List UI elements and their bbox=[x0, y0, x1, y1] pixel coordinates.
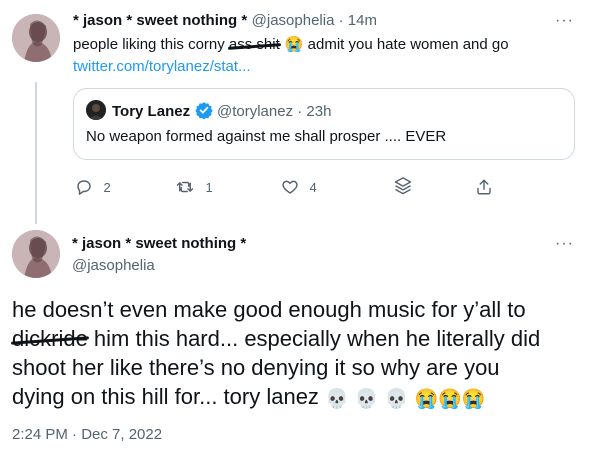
skull-emoji-icon: 💀 bbox=[354, 389, 379, 410]
retweet-icon bbox=[176, 181, 194, 193]
tweet-text-part: people liking this corny bbox=[73, 36, 229, 53]
dot-separator: · bbox=[293, 103, 307, 120]
tweet-timestamp[interactable]: 2:24 PM · Dec 7, 2022 bbox=[12, 426, 162, 443]
tweet-line: shoot her like there’s no denying it so … bbox=[12, 355, 500, 380]
quote-avatar bbox=[86, 100, 106, 120]
action-bar: 2 1 4 bbox=[73, 176, 573, 200]
author-handle[interactable]: @jasophelia bbox=[252, 12, 335, 29]
author-name[interactable]: * jason * sweet nothing * bbox=[73, 12, 247, 29]
quote-author-name: Tory Lanez bbox=[112, 103, 191, 120]
thread-line bbox=[35, 82, 37, 224]
reply-icon bbox=[77, 180, 91, 195]
more-options-icon[interactable]: ··· bbox=[555, 12, 574, 30]
share-icon bbox=[477, 179, 491, 195]
tweet-line: dickride him this hard... especially whe… bbox=[12, 324, 587, 353]
skull-emoji-icon: 💀 bbox=[384, 389, 409, 410]
tweet-line: he doesn’t even make good enough music f… bbox=[12, 297, 526, 322]
dot-separator: · bbox=[334, 12, 348, 29]
tweet-time[interactable]: 14m bbox=[348, 12, 377, 29]
crying-emoji-icon: 😭 bbox=[438, 389, 462, 410]
layers-icon bbox=[394, 177, 412, 195]
tweet-text-part: him this hard... especially when he lite… bbox=[87, 326, 541, 351]
author-name[interactable]: * jason * sweet nothing * bbox=[72, 235, 246, 252]
retweet-button[interactable]: 1 bbox=[175, 178, 213, 197]
avatar[interactable] bbox=[12, 14, 60, 62]
quote-time: 23h bbox=[306, 103, 332, 120]
crying-emoji-icon: 😭 bbox=[461, 389, 486, 410]
tweet-link[interactable]: twitter.com/torylanez/stat... bbox=[73, 57, 251, 77]
retweet-count: 1 bbox=[205, 180, 213, 195]
more-options-icon[interactable]: ··· bbox=[555, 235, 574, 253]
tweet-text: people liking this corny ass shit 😭 admit… bbox=[73, 35, 573, 55]
reply-count: 2 bbox=[103, 180, 111, 195]
crying-emoji-icon: 😭 bbox=[284, 36, 304, 53]
heart-icon bbox=[282, 180, 298, 194]
quote-text: No weapon formed against me shall prospe… bbox=[86, 128, 447, 145]
like-button[interactable]: 4 bbox=[281, 178, 317, 197]
avatar[interactable] bbox=[12, 230, 60, 278]
share-button[interactable] bbox=[475, 178, 493, 201]
tweet-text-part: dying on this hill for... tory lanez bbox=[12, 384, 326, 409]
quote-author-handle: @torylanez bbox=[216, 103, 294, 120]
tweet-text-part: admit you hate women and go bbox=[303, 36, 509, 53]
struck-text: dickride bbox=[12, 326, 88, 351]
author-handle[interactable]: @jasophelia bbox=[72, 257, 155, 274]
skull-emoji-icon: 💀 bbox=[325, 389, 349, 410]
like-count: 4 bbox=[309, 180, 317, 195]
crying-emoji-icon: 😭 bbox=[414, 389, 439, 410]
reply-button[interactable]: 2 bbox=[75, 178, 111, 197]
tweet-text: he doesn’t even make good enough music f… bbox=[12, 295, 587, 411]
struck-text: ass shit bbox=[228, 36, 280, 53]
layers-button[interactable] bbox=[393, 176, 413, 203]
tweet-line: dying on this hill for... tory lanez 💀 💀… bbox=[12, 382, 587, 411]
quoted-tweet[interactable]: Tory Lanez @torylanez · 23h No weapon fo… bbox=[73, 88, 575, 160]
verified-badge-icon bbox=[194, 101, 213, 124]
